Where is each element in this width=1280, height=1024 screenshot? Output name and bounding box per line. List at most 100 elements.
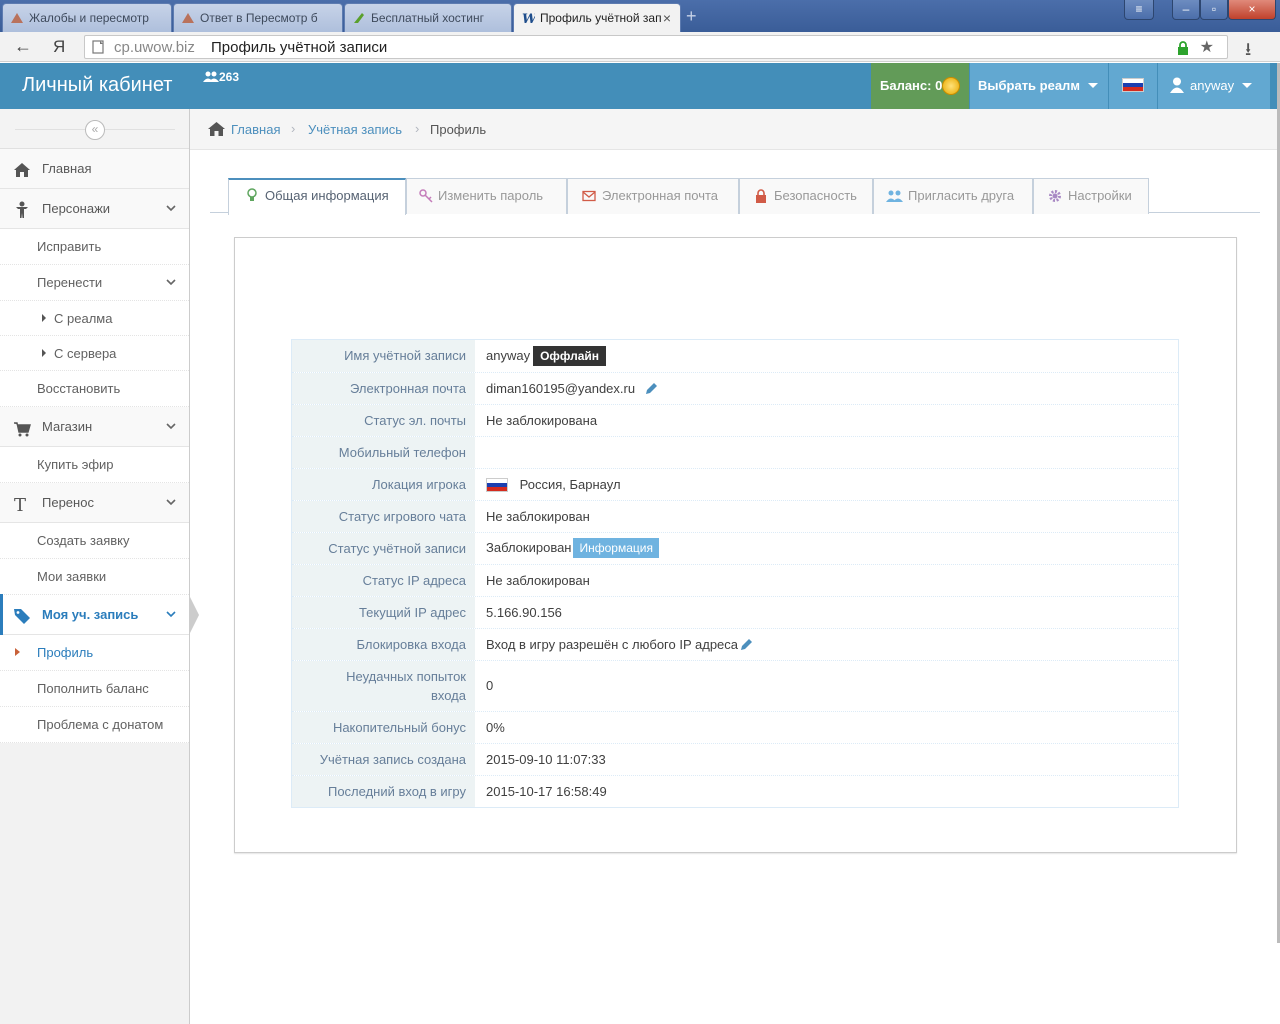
users-icon [203, 71, 219, 82]
sidebar-item-label: Восстановить [37, 381, 121, 396]
bookmark-star-icon[interactable]: ★ [1200, 37, 1214, 57]
sidebar: « Главная Персонажи Исправить Перенести … [0, 109, 199, 1024]
table-row: Статус учётной записи Заблокирован Информ… [292, 532, 1178, 564]
new-tab-icon[interactable]: + [686, 6, 697, 27]
profile-field-value: 2015-09-10 11:07:33 [486, 752, 606, 767]
profile-field-name: Мобильный телефон [292, 437, 475, 468]
info-button[interactable]: Информация [573, 538, 659, 558]
breadcrumb-current: Профиль [430, 122, 487, 137]
browser-menu-icon[interactable]: ≡ [1124, 0, 1154, 20]
sidebar-item-shop[interactable]: Магазин [0, 407, 189, 447]
caret-right-icon [42, 349, 46, 357]
profile-field-value: Россия, Барнаул [486, 477, 621, 492]
minimize-icon[interactable]: – [1172, 0, 1200, 20]
profile-field-name: Блокировка входа [292, 629, 475, 660]
sidebar-item-transfer[interactable]: T Перенос [0, 483, 189, 523]
tab-password[interactable]: Изменить пароль [406, 178, 567, 214]
breadcrumb-home[interactable]: Главная [231, 122, 280, 137]
profile-field-name: Имя учётной записи [292, 340, 475, 372]
sidebar-item-create-request[interactable]: Создать заявку [0, 523, 189, 559]
table-row: Последний вход в игру 2015-10-17 16:58:4… [292, 775, 1178, 807]
browser-tab-active[interactable]: W Профиль учётной зап × [513, 3, 681, 33]
browser-tab-3[interactable]: Бесплатный хостинг [344, 3, 512, 32]
tab-general[interactable]: Общая информация [228, 178, 406, 215]
sidebar-item-characters[interactable]: Персонажи [0, 189, 189, 229]
sidebar-item-label: Создать заявку [37, 533, 130, 548]
sidebar-item-transfer-move[interactable]: Перенести [0, 265, 189, 301]
language-button[interactable] [1109, 63, 1157, 109]
sidebar-item-home[interactable]: Главная [0, 149, 189, 189]
tab-security[interactable]: Безопасность [739, 178, 873, 214]
chevron-down-icon [166, 205, 176, 212]
profile-field-value: Не заблокирован [486, 573, 590, 588]
maximize-icon[interactable]: ▫ [1200, 0, 1228, 20]
profile-field-name: Статус эл. почты [292, 405, 475, 436]
svg-text:W: W [522, 12, 535, 25]
tab-email[interactable]: Электронная почта [567, 178, 739, 214]
key-icon [419, 189, 433, 203]
sidebar-item-label: Купить эфир [37, 457, 114, 472]
sidebar-item-profile[interactable]: Профиль [0, 635, 189, 671]
account-name: anyway [486, 348, 531, 363]
sidebar-item-my-account[interactable]: Моя уч. запись [0, 594, 199, 636]
address-bar: ← Я cp.uwow.biz Профиль учётной записи ★… [0, 32, 1280, 62]
hosting-favicon-icon [354, 13, 364, 23]
profile-field-value: Не заблокирована [486, 413, 598, 428]
tab-invite[interactable]: Пригласить друга [873, 178, 1033, 214]
collapse-sidebar-icon[interactable]: « [85, 120, 105, 140]
sidebar-item-my-requests[interactable]: Мои заявки [0, 559, 189, 595]
tab-settings[interactable]: Настройки [1033, 178, 1149, 214]
sidebar-item-donate-problem[interactable]: Проблема с донатом [0, 707, 189, 743]
text-icon: T [14, 495, 26, 513]
profile-table: Имя учётной записи anyway Оффлайн Электро… [291, 339, 1179, 808]
caret-down-icon [1087, 83, 1098, 88]
russia-flag-icon [486, 478, 508, 492]
breadcrumb-account[interactable]: Учётная запись [308, 122, 402, 137]
sidebar-item-buy-ether[interactable]: Купить эфир [0, 447, 189, 483]
back-arrow-icon[interactable]: ← [14, 36, 32, 57]
chevron-down-icon [166, 423, 176, 430]
sidebar-item-from-realm[interactable]: С реалма [0, 301, 189, 336]
sidebar-item-fix[interactable]: Исправить [0, 229, 189, 265]
close-tab-icon[interactable]: × [663, 4, 671, 32]
browser-tab-1[interactable]: Жалобы и пересмотр [2, 3, 172, 32]
window-close-icon[interactable]: × [1228, 0, 1276, 20]
envelope-icon [582, 190, 596, 202]
sidebar-item-topup[interactable]: Пополнить баланс [0, 671, 189, 707]
location-value: Россия, Барнаул [519, 477, 621, 492]
sidebar-item-from-server[interactable]: С сервера [0, 336, 189, 371]
gear-icon [1049, 190, 1061, 202]
edit-pencil-icon[interactable] [740, 638, 753, 651]
sidebar-item-label: Мои заявки [37, 569, 107, 584]
tab-label: Безопасность [774, 188, 857, 203]
sidebar-item-label: Персонажи [42, 201, 111, 216]
lock-icon[interactable] [1177, 41, 1189, 55]
sidebar-item-label: Профиль [37, 645, 94, 660]
profile-field-value: Вход в игру разрешён с любого IP адреса [486, 637, 753, 652]
caret-right-icon [42, 314, 46, 322]
status-badge: Оффлайн [533, 346, 607, 366]
email-value: diman160195@yandex.ru [486, 381, 636, 396]
realm-select-button[interactable]: Выбрать реалм [970, 63, 1108, 109]
sidebar-item-label: Исправить [37, 239, 102, 254]
browser-tab-2[interactable]: Ответ в Пересмотр б [173, 3, 343, 32]
brand-title[interactable]: Личный кабинет [22, 74, 172, 97]
profile-field-value: Не заблокирован [486, 509, 590, 524]
page-info-icon[interactable] [91, 40, 105, 54]
sidebar-item-restore[interactable]: Восстановить [0, 371, 189, 407]
url-field[interactable]: cp.uwow.biz Профиль учётной записи ★ [84, 35, 1228, 59]
edit-pencil-icon[interactable] [645, 382, 658, 395]
yandex-logo-icon[interactable]: Я [53, 37, 65, 57]
browser-tab-bar: Жалобы и пересмотр Ответ в Пересмотр б Б… [0, 0, 1280, 33]
profile-field-value: 2015-10-17 16:58:49 [486, 784, 607, 799]
balance-button[interactable]: Баланс: 0 [871, 63, 969, 109]
user-menu-button[interactable]: anyway [1158, 63, 1270, 109]
profile-field-value: Заблокирован Информация [486, 538, 659, 558]
balance-label: Баланс: 0 [880, 78, 943, 93]
home-icon[interactable] [208, 121, 225, 136]
profile-field-name: Статус учётной записи [292, 533, 475, 564]
caret-down-icon [1242, 83, 1253, 88]
chevron-down-icon [166, 499, 176, 506]
tab-label: Пригласить друга [908, 188, 1015, 203]
browser-tab-label: Профиль учётной зап [540, 11, 662, 25]
